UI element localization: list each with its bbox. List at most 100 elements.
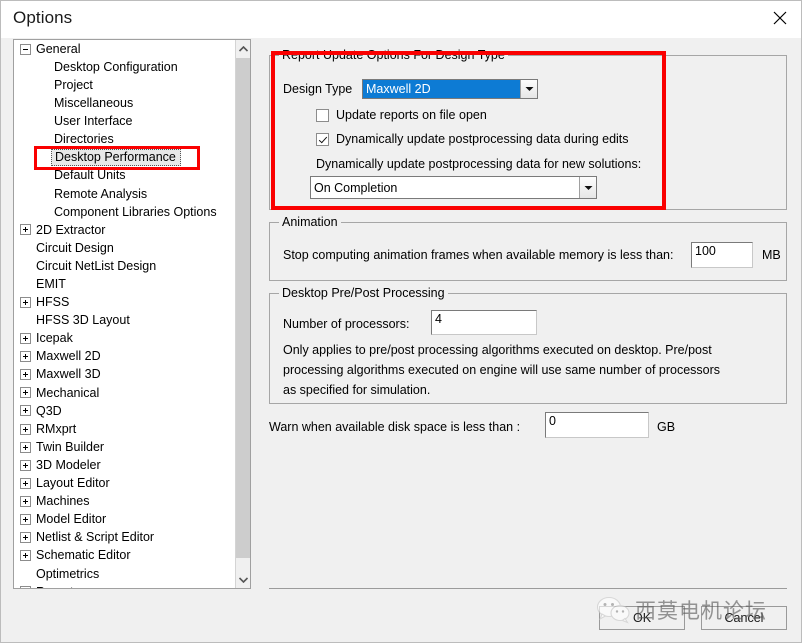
- page-title: Options: [13, 8, 73, 27]
- expand-icon[interactable]: [20, 296, 31, 308]
- disk-space-warning-input[interactable]: 0: [545, 412, 649, 438]
- tree-item-label: Mechanical: [36, 385, 100, 400]
- new-solutions-combobox[interactable]: On Completion: [310, 176, 597, 199]
- checkbox-box[interactable]: [316, 132, 329, 146]
- tree-item-machines[interactable]: Machines: [14, 492, 235, 510]
- tree-item-circuit-design[interactable]: Circuit Design: [14, 239, 235, 257]
- expand-icon[interactable]: [20, 550, 31, 562]
- collapse-icon[interactable]: [20, 43, 31, 55]
- tree-item-optimetrics[interactable]: Optimetrics: [14, 565, 235, 583]
- expand-icon[interactable]: [20, 224, 31, 236]
- chevron-up-icon[interactable]: [236, 40, 250, 57]
- desktop-prepost-group: Desktop Pre/Post Processing Number of pr…: [269, 286, 787, 404]
- tree-item-miscellaneous[interactable]: Miscellaneous: [14, 94, 235, 112]
- animation-group: Animation Stop computing animation frame…: [269, 215, 787, 281]
- title-bar: Options: [1, 1, 801, 38]
- dynamic-update-edits-checkbox[interactable]: Dynamically update postprocessing data d…: [316, 132, 629, 146]
- options-tree[interactable]: General Desktop Configuration Project Misce…: [14, 40, 235, 588]
- tree-item-twin-builder[interactable]: Twin Builder: [14, 438, 235, 456]
- expand-icon[interactable]: [20, 405, 31, 417]
- tree-item-label: Machines: [36, 494, 90, 509]
- tree-item-label: Maxwell 2D: [36, 349, 101, 364]
- update-reports-on-open-checkbox[interactable]: Update reports on file open: [316, 108, 487, 122]
- checkbox-box[interactable]: [316, 108, 329, 122]
- animation-memory-unit: MB: [762, 248, 781, 262]
- tree-item-label: Desktop Configuration: [54, 59, 178, 74]
- expand-icon[interactable]: [20, 513, 31, 525]
- tree-item-label: Reports: [36, 586, 80, 588]
- tree-item-mechanical[interactable]: Mechanical: [14, 384, 235, 402]
- ok-button[interactable]: OK: [599, 606, 685, 630]
- expand-icon[interactable]: [20, 387, 31, 399]
- scrollbar-thumb[interactable]: [236, 58, 250, 558]
- chevron-down-icon[interactable]: [579, 177, 596, 198]
- tree-item-layout-editor[interactable]: Layout Editor: [14, 474, 235, 492]
- tree-item-desktop-configuration[interactable]: Desktop Configuration: [14, 58, 235, 76]
- update-reports-on-open-label: Update reports on file open: [336, 108, 487, 122]
- report-update-options-group: Report Update Options For Design Type De…: [269, 48, 787, 210]
- tree-item-remote-analysis[interactable]: Remote Analysis: [14, 185, 235, 203]
- expand-icon[interactable]: [20, 441, 31, 453]
- new-solutions-value: On Completion: [314, 180, 398, 195]
- tree-item-label: Default Units: [54, 168, 126, 183]
- tree-item-hfss[interactable]: HFSS: [14, 293, 235, 311]
- tree-item-label: Q3D: [36, 403, 62, 418]
- tree-item-user-interface[interactable]: User Interface: [14, 112, 235, 130]
- tree-item-default-units[interactable]: Default Units: [14, 167, 235, 185]
- expand-icon[interactable]: [20, 532, 31, 544]
- tree-item-label: Twin Builder: [36, 439, 105, 454]
- tree-item-rmxprt[interactable]: RMxprt: [14, 420, 235, 438]
- tree-item-label: Remote Analysis: [54, 186, 148, 201]
- prepost-description-line3: as specified for simulation.: [283, 383, 431, 397]
- tree-item-q3d[interactable]: Q3D: [14, 402, 235, 420]
- close-icon[interactable]: [757, 1, 801, 35]
- tree-item-label: Maxwell 3D: [36, 367, 101, 382]
- expand-icon[interactable]: [20, 351, 31, 363]
- chevron-down-icon[interactable]: [520, 80, 537, 98]
- expand-icon[interactable]: [20, 459, 31, 471]
- tree-item-label: HFSS: [36, 295, 70, 310]
- tree-item-maxwell-3d[interactable]: Maxwell 3D: [14, 366, 235, 384]
- tree-item-label: Project: [54, 77, 93, 92]
- tree-item-project[interactable]: Project: [14, 76, 235, 94]
- tree-item-icepak[interactable]: Icepak: [14, 330, 235, 348]
- tree-item-schematic-editor[interactable]: Schematic Editor: [14, 547, 235, 565]
- number-of-processors-input[interactable]: 4: [431, 310, 537, 335]
- tree-item-general[interactable]: General: [14, 40, 235, 58]
- cancel-button[interactable]: Cancel: [701, 606, 787, 630]
- tree-scrollbar[interactable]: [235, 40, 250, 588]
- tree-item-label: General: [36, 41, 81, 56]
- tree-item-emit[interactable]: EMIT: [14, 275, 235, 293]
- tree-item-reports[interactable]: Reports: [14, 583, 235, 588]
- expand-icon[interactable]: [20, 477, 31, 489]
- new-solutions-label: Dynamically update postprocessing data f…: [316, 157, 642, 171]
- tree-item-model-editor[interactable]: Model Editor: [14, 510, 235, 528]
- tree-item-netlist-script-editor[interactable]: Netlist & Script Editor: [14, 529, 235, 547]
- tree-item-circuit-netlist-design[interactable]: Circuit NetList Design: [14, 257, 235, 275]
- tree-item-2d-extractor[interactable]: 2D Extractor: [14, 221, 235, 239]
- tree-item-label: Icepak: [36, 331, 73, 346]
- options-tree-panel[interactable]: General Desktop Configuration Project Misce…: [13, 39, 251, 589]
- tree-item-component-libraries-options[interactable]: Component Libraries Options: [14, 203, 235, 221]
- chevron-down-icon[interactable]: [236, 571, 250, 588]
- expand-icon[interactable]: [20, 495, 31, 507]
- tree-item-directories[interactable]: Directories: [14, 130, 235, 148]
- tree-item-label: User Interface: [54, 114, 133, 129]
- design-type-combobox[interactable]: Maxwell 2D: [362, 79, 538, 99]
- tree-item-3d-modeler[interactable]: 3D Modeler: [14, 456, 235, 474]
- tree-item-maxwell-2d[interactable]: Maxwell 2D: [14, 348, 235, 366]
- expand-icon[interactable]: [20, 369, 31, 381]
- animation-memory-input[interactable]: 100: [691, 242, 753, 268]
- tree-item-label: RMxprt: [36, 421, 77, 436]
- expand-icon[interactable]: [20, 333, 31, 345]
- expand-icon[interactable]: [20, 586, 31, 588]
- expand-icon[interactable]: [20, 423, 31, 435]
- tree-item-desktop-performance[interactable]: Desktop Performance: [14, 149, 235, 167]
- tree-item-hfss-3d-layout[interactable]: HFSS 3D Layout: [14, 311, 235, 329]
- tree-item-label: HFSS 3D Layout: [36, 313, 130, 328]
- prepost-description-line1: Only applies to pre/post processing algo…: [283, 343, 712, 357]
